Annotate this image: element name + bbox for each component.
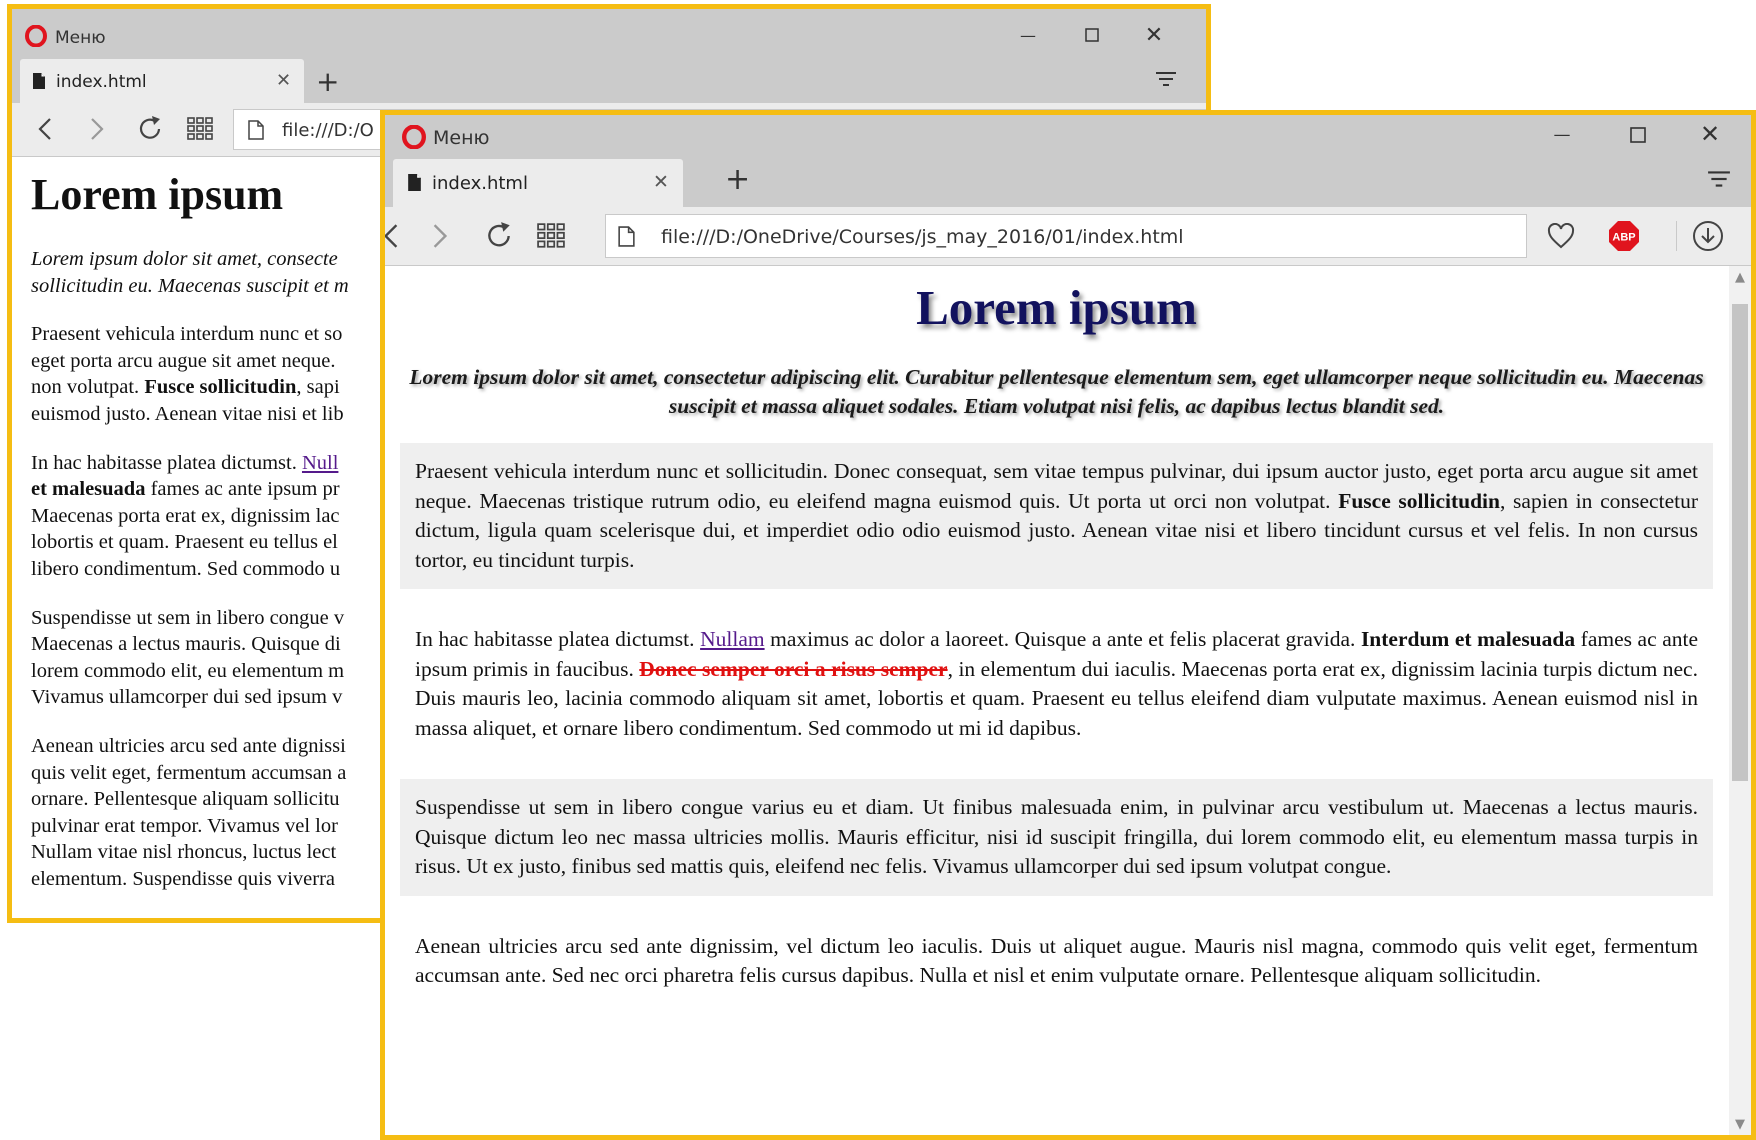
tab-title: index.html xyxy=(432,173,528,194)
toolbar-divider xyxy=(1676,221,1677,251)
address-bar[interactable]: file:///D:/OneDrive/Courses/js_may_2016/… xyxy=(605,214,1527,258)
url-text: file:///D:/OneDrive/Courses/js_may_2016/… xyxy=(661,226,1184,248)
forward-icon[interactable] xyxy=(425,219,455,253)
new-tab-icon[interactable]: + xyxy=(316,65,339,98)
tab-index-html[interactable]: index.html ✕ xyxy=(20,59,304,103)
menu-label[interactable]: Меню xyxy=(55,28,106,48)
file-icon xyxy=(407,173,422,196)
scroll-down-icon[interactable]: ▼ xyxy=(1729,1115,1751,1133)
nullam-link[interactable]: Null xyxy=(302,452,338,474)
maximize-icon[interactable] xyxy=(1622,121,1654,149)
nullam-link[interactable]: Nullam xyxy=(700,627,765,651)
page-title: Lorem ipsum xyxy=(916,280,1197,335)
vertical-scrollbar[interactable]: ▲ ▼ xyxy=(1729,266,1751,1135)
bookmark-heart-icon[interactable] xyxy=(1543,219,1579,253)
download-icon[interactable] xyxy=(1690,219,1726,253)
speed-dial-icon[interactable] xyxy=(534,219,568,253)
speed-dial-icon[interactable] xyxy=(184,113,216,145)
reload-icon[interactable] xyxy=(134,113,166,145)
page-content: Lorem ipsum Lorem ipsum dolor sit amet, … xyxy=(385,266,1751,1135)
scrollbar-thumb[interactable] xyxy=(1732,304,1748,781)
forward-icon[interactable] xyxy=(82,113,112,145)
close-window-icon[interactable]: ✕ xyxy=(1694,119,1726,149)
menu-label[interactable]: Меню xyxy=(433,127,490,149)
strikethrough-text: Donec semper orci a risus semper xyxy=(639,656,948,681)
back-icon[interactable] xyxy=(30,113,60,145)
paragraph-3: Suspendisse ut sem in libero congue vari… xyxy=(400,779,1713,896)
adblock-icon[interactable]: ABP xyxy=(1606,219,1642,253)
file-icon xyxy=(32,72,46,94)
maximize-icon[interactable] xyxy=(1077,23,1107,47)
close-tab-icon[interactable]: ✕ xyxy=(653,171,669,193)
paragraph-1: Praesent vehicula interdum nunc et solli… xyxy=(400,443,1713,589)
new-tab-icon[interactable]: + xyxy=(725,162,750,197)
svg-text:ABP: ABP xyxy=(1612,232,1635,244)
back-icon[interactable] xyxy=(385,219,405,253)
reload-icon[interactable] xyxy=(482,219,516,253)
close-tab-icon[interactable]: ✕ xyxy=(276,70,291,91)
tab-menu-icon[interactable] xyxy=(1707,170,1731,192)
opera-logo-icon[interactable] xyxy=(402,125,426,149)
tab-title: index.html xyxy=(56,72,147,92)
paragraph-4: Aenean ultricies arcu sed ante dignissim… xyxy=(415,933,1698,988)
minimize-icon[interactable]: — xyxy=(1013,23,1043,47)
tab-index-html[interactable]: index.html ✕ xyxy=(393,159,683,207)
lead-paragraph: Lorem ipsum dolor sit amet, consectetur … xyxy=(409,365,1704,418)
minimize-icon[interactable]: — xyxy=(1546,121,1578,149)
page-icon xyxy=(618,226,635,251)
paragraph-2: In hac habitasse platea dictumst. Nullam… xyxy=(415,627,1699,740)
navigation-toolbar: file:///D:/OneDrive/Courses/js_may_2016/… xyxy=(385,207,1751,266)
tab-menu-icon[interactable] xyxy=(1155,71,1177,91)
browser-window-front: Меню — ✕ index.html ✕ + file:///D:/OneDr… xyxy=(380,110,1756,1140)
close-window-icon[interactable]: ✕ xyxy=(1139,21,1169,49)
opera-logo-icon[interactable] xyxy=(25,25,47,47)
url-text: file:///D:/O xyxy=(282,120,374,141)
title-bar: Меню — ✕ index.html ✕ + xyxy=(385,115,1751,207)
scroll-up-icon[interactable]: ▲ xyxy=(1729,268,1751,286)
page-icon xyxy=(248,120,264,144)
